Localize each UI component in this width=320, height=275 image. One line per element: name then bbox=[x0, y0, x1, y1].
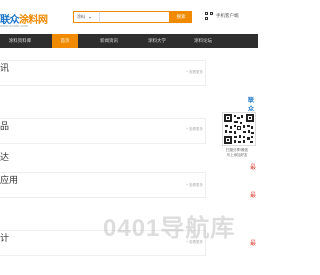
more-link[interactable]: + 查看更多 bbox=[186, 183, 203, 188]
search-button[interactable]: 搜索 bbox=[170, 11, 192, 23]
section-news: 讯 + 查看更多 bbox=[0, 60, 206, 86]
section-title: 讯 bbox=[0, 63, 10, 73]
sidebar-badge: 最 bbox=[250, 165, 257, 171]
section-express: 达 bbox=[0, 150, 206, 170]
main-nav: 涂料资料库 首页 新闻资讯 涂料大学 涂料论坛 bbox=[0, 34, 258, 48]
sidebar-logo: 联众 bbox=[248, 98, 255, 113]
section-title: 计 bbox=[0, 233, 10, 243]
sidebar-badge: 最 bbox=[250, 193, 257, 199]
mobile-app-label: 手机客户端 bbox=[216, 13, 239, 18]
more-link[interactable]: + 查看更多 bbox=[186, 70, 203, 75]
qr-code-icon bbox=[205, 12, 213, 20]
logo-subtitle: www.zoutu.com bbox=[0, 23, 29, 28]
sidebar-badge: 最 bbox=[250, 241, 257, 247]
section-title: 品 bbox=[0, 121, 10, 131]
section-products: 品 + 查看更多 bbox=[0, 118, 206, 144]
nav-item-home[interactable]: 首页 bbox=[52, 34, 78, 48]
search-bar: 涂料 ▾ 搜索 bbox=[73, 11, 192, 23]
qr-code-image bbox=[222, 112, 256, 146]
section-title: 达 bbox=[0, 152, 10, 162]
nav-item-news[interactable]: 新闻资讯 bbox=[92, 34, 126, 48]
mobile-app-link[interactable]: 手机客户端 bbox=[205, 12, 239, 20]
qr-caption: 扫描分享/微信 马上添加好友 bbox=[226, 148, 248, 157]
section-application: 应用 + 查看更多 bbox=[0, 172, 206, 198]
watermark: 0401导航库 bbox=[103, 215, 236, 242]
nav-item-forum[interactable]: 涂料论坛 bbox=[186, 34, 220, 48]
nav-item-university[interactable]: 涂料大学 bbox=[140, 34, 174, 48]
search-input[interactable] bbox=[99, 11, 170, 23]
chevron-down-icon: ▾ bbox=[89, 14, 92, 20]
nav-item-database[interactable]: 涂料资料库 bbox=[0, 34, 40, 48]
site-header: 联众涂料网 www.zoutu.com 涂料 ▾ 搜索 手机客户端 bbox=[0, 0, 258, 32]
search-category-select[interactable]: 涂料 ▾ bbox=[73, 11, 99, 23]
more-link[interactable]: + 查看更多 bbox=[186, 127, 203, 132]
section-title: 应用 bbox=[0, 175, 19, 185]
